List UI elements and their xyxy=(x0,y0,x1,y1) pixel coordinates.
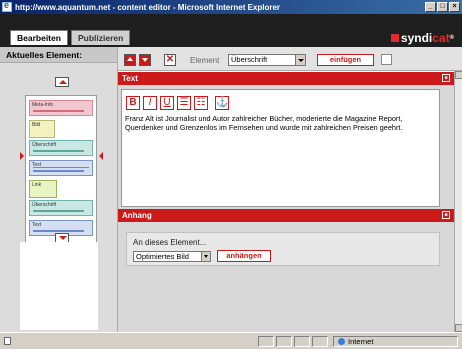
element-type-value: Überschrift xyxy=(231,55,268,64)
attachment-section-title: Anhang xyxy=(122,211,152,220)
vertical-scrollbar[interactable] xyxy=(454,71,462,332)
option-checkbox[interactable] xyxy=(381,54,392,65)
status-segment xyxy=(258,336,274,347)
thumb-ueberschrift[interactable]: Überschrift xyxy=(29,140,93,156)
status-segment xyxy=(276,336,292,347)
move-down-button[interactable] xyxy=(139,54,151,66)
status-segment xyxy=(312,336,328,347)
arrow-down-icon xyxy=(142,58,148,62)
element-navigator: Aktuelles Element: Meta-Info Bild Übersc… xyxy=(0,47,118,332)
text-editor[interactable]: B I U ☰ ☷ ⚓ Franz Alt ist Journalist und… xyxy=(121,89,440,207)
thumb-label: Überschrift xyxy=(32,202,57,208)
chevron-down-icon xyxy=(295,55,305,65)
arrow-up-icon xyxy=(59,80,67,84)
anchor-link-button[interactable]: ⚓ xyxy=(215,96,229,110)
scroll-up-icon[interactable] xyxy=(455,71,462,79)
browser-icon xyxy=(2,0,12,12)
editor-body-text[interactable]: Franz Alt ist Journalist und Autor zahlr… xyxy=(125,114,437,132)
thumb-label: Meta-Info xyxy=(32,102,54,108)
attach-to-label: An dieses Element... xyxy=(133,238,207,247)
element-toolbar: ✕ Element Überschrift einfügen xyxy=(118,47,462,71)
thumb-text-selected[interactable]: Text xyxy=(29,160,93,176)
window-title: http://www.aquantum.net - content editor… xyxy=(15,2,281,12)
thumb-label: Bild xyxy=(32,122,41,128)
navigate-up-button[interactable] xyxy=(55,77,69,87)
selection-marker-right-icon xyxy=(99,152,103,160)
collapse-icon[interactable]: ■ xyxy=(442,74,450,82)
logo-accent: cat xyxy=(432,31,450,45)
thumb-bild[interactable]: Bild xyxy=(29,120,55,138)
ordered-list-button[interactable]: ☰ xyxy=(177,96,191,110)
collapse-icon[interactable]: ■ xyxy=(442,211,450,219)
insert-button[interactable]: einfügen xyxy=(317,54,374,66)
main-content: Text ■ B I U ☰ ☷ ⚓ Franz Alt ist Journal… xyxy=(118,72,454,332)
text-section-header: Text ■ xyxy=(118,72,454,85)
bold-button[interactable]: B xyxy=(126,96,140,110)
attach-button[interactable]: anhängen xyxy=(217,250,271,262)
attachment-type-value: Optimiertes Bild xyxy=(136,252,189,261)
minimize-button[interactable]: _ xyxy=(425,2,436,12)
window-controls: _ □ × xyxy=(425,2,460,12)
thumb-link[interactable]: Link xyxy=(29,180,57,198)
unordered-list-button[interactable]: ☷ xyxy=(194,96,208,110)
logo-mark: ® xyxy=(449,35,454,41)
page-icon xyxy=(4,337,11,345)
underline-button[interactable]: U xyxy=(160,96,174,110)
tab-bar: Bearbeiten Publizieren syndi cat ® xyxy=(0,14,462,47)
thumb-label: Text xyxy=(32,222,42,228)
status-bar: Internet xyxy=(0,332,462,349)
maximize-button[interactable]: □ xyxy=(437,2,448,12)
text-section-title: Text xyxy=(122,74,138,83)
preview-area xyxy=(20,242,98,330)
move-up-button[interactable] xyxy=(124,54,136,66)
arrow-up-icon xyxy=(127,57,133,61)
attachment-type-select[interactable]: Optimiertes Bild xyxy=(133,251,211,262)
close-button[interactable]: × xyxy=(449,2,460,12)
current-element-heading: Aktuelles Element: xyxy=(0,47,117,63)
element-label: Element xyxy=(190,56,220,65)
tab-publizieren[interactable]: Publizieren xyxy=(71,30,131,45)
logo-brand: syndi xyxy=(400,31,433,45)
arrow-down-icon xyxy=(59,236,67,240)
attachment-panel: An dieses Element... Optimiertes Bild an… xyxy=(126,232,440,266)
selection-marker-left-icon xyxy=(20,152,24,160)
delete-element-button[interactable]: ✕ xyxy=(164,54,176,66)
element-type-select[interactable]: Überschrift xyxy=(228,54,306,66)
logo-square-icon xyxy=(390,34,399,42)
thumb-label: Überschrift xyxy=(32,142,57,148)
window-titlebar: http://www.aquantum.net - content editor… xyxy=(0,0,462,14)
italic-button[interactable]: I xyxy=(143,96,157,110)
security-zone: Internet xyxy=(348,337,374,346)
scroll-down-icon[interactable] xyxy=(455,324,462,332)
globe-icon xyxy=(338,338,345,345)
thumb-ueberschrift-2[interactable]: Überschrift xyxy=(29,200,93,216)
chevron-down-icon xyxy=(201,252,210,261)
thumb-meta-info[interactable]: Meta-Info xyxy=(29,100,93,116)
status-segment xyxy=(294,336,310,347)
tab-bearbeiten[interactable]: Bearbeiten xyxy=(10,30,68,45)
thumb-label: Link xyxy=(32,182,42,188)
element-thumbnails: Meta-Info Bild Überschrift Text Link Übe… xyxy=(25,95,97,255)
syndicat-logo: syndi cat ® xyxy=(390,31,454,45)
attachment-section-header: Anhang ■ xyxy=(118,209,454,222)
